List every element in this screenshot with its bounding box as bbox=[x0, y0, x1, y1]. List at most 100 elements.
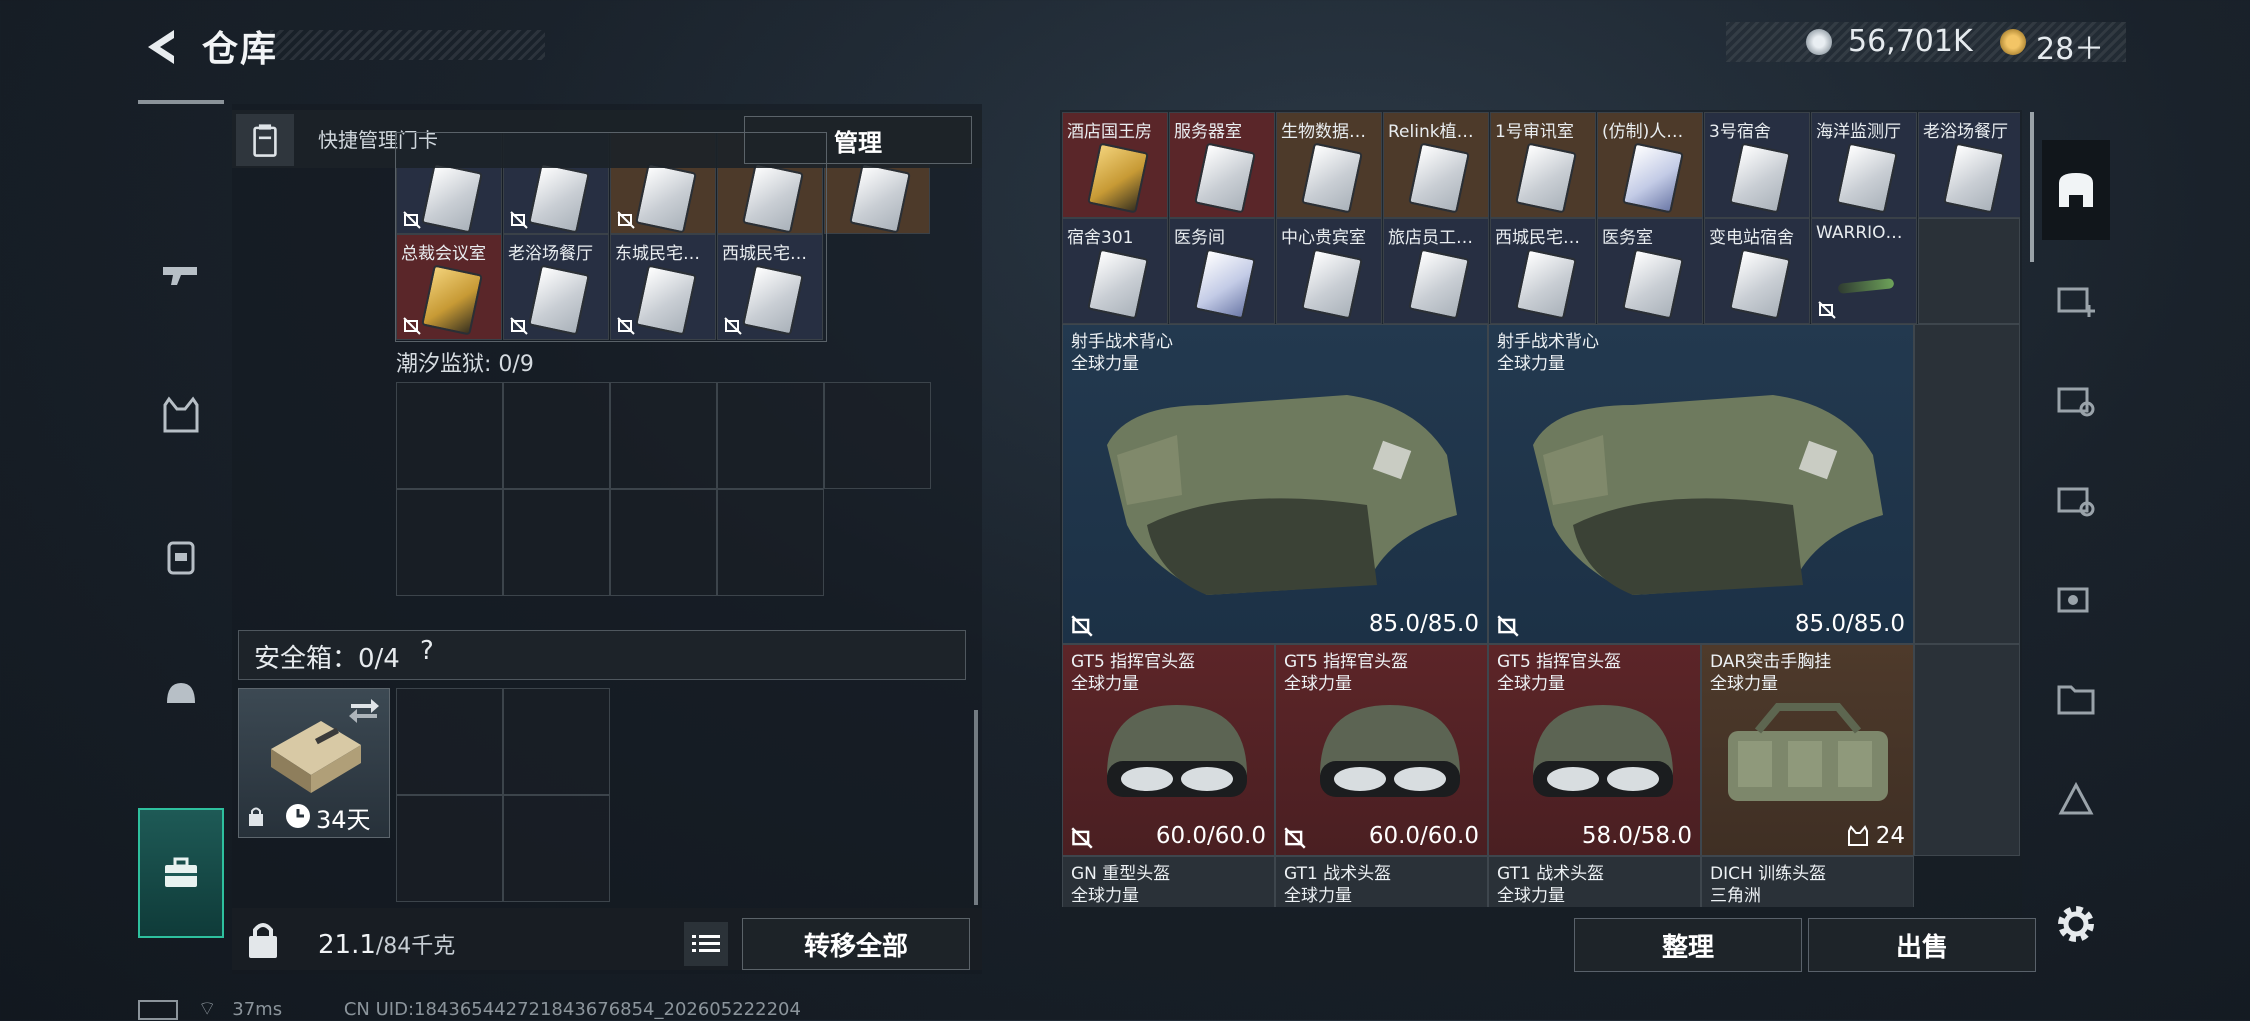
status-line: ⌔ 37ms CN UID:1843654427218436768​54_202… bbox=[138, 996, 801, 1021]
empty-keycard-slot[interactable] bbox=[610, 382, 717, 489]
settings-button[interactable] bbox=[2052, 900, 2100, 948]
keycard-name: 总裁会议室 bbox=[401, 244, 486, 264]
keycard-item[interactable]: 医务室 bbox=[1597, 218, 1703, 324]
bound-icon bbox=[403, 211, 421, 229]
empty-keycard-slot[interactable] bbox=[717, 382, 824, 489]
keycard-item[interactable]: 变电站宿舍 bbox=[1704, 218, 1810, 324]
weight-readout: 21.1/84千克 bbox=[318, 928, 455, 960]
keycard-item[interactable]: 西城民宅… bbox=[1490, 218, 1596, 324]
transfer-all-button[interactable]: 转移全部 bbox=[742, 918, 970, 970]
empty-keycard-slot[interactable] bbox=[717, 489, 824, 596]
empty-keycard-slot[interactable] bbox=[396, 489, 503, 596]
keycard-item[interactable]: 老浴场餐厅 bbox=[503, 234, 609, 340]
empty-slot[interactable] bbox=[1914, 644, 2020, 856]
keycard-item[interactable]: (仿制)人… bbox=[1597, 112, 1703, 218]
keycard-item[interactable]: 服务器室 bbox=[1169, 112, 1275, 218]
empty-safe-slot[interactable] bbox=[396, 795, 503, 902]
battery-icon bbox=[138, 1000, 178, 1020]
empty-keycard-slot[interactable] bbox=[610, 489, 717, 596]
helmet-image bbox=[1320, 705, 1460, 797]
helmet-item[interactable]: GT1 战术头盔 全球力量 bbox=[1275, 856, 1488, 907]
sell-button[interactable]: 出售 bbox=[1808, 918, 2036, 972]
helmet-item[interactable]: GT1 战术头盔 全球力量 bbox=[1488, 856, 1701, 907]
helmet-item[interactable]: GT5 指挥官头盔 全球力量 60.0/60.0 bbox=[1275, 644, 1488, 856]
keycard-item[interactable]: 中心贵宾室 bbox=[1276, 218, 1382, 324]
keycard-image bbox=[635, 264, 697, 336]
vest-item[interactable]: 射手战术背心 全球力量 85.0/85.0 bbox=[1488, 324, 1914, 644]
helmet-image bbox=[1107, 705, 1247, 797]
sort-button[interactable]: 整理 bbox=[1574, 918, 1802, 972]
empty-safe-slot[interactable] bbox=[396, 688, 503, 795]
keycard-item[interactable]: 医务间 bbox=[1169, 218, 1275, 324]
keycard-image bbox=[1515, 248, 1577, 320]
helmet-item[interactable]: GN 重型头盔 全球力量 bbox=[1062, 856, 1275, 907]
list-view-button[interactable] bbox=[684, 922, 728, 966]
empty-keycard-slot[interactable] bbox=[824, 382, 931, 489]
keycard-item[interactable]: WARRIO… bbox=[1811, 218, 1917, 324]
vest-image bbox=[1107, 395, 1457, 595]
help-button[interactable]: ? bbox=[420, 636, 434, 666]
back-arrow-icon bbox=[148, 30, 174, 64]
item-name: GT5 指挥官头盔 全球力量 bbox=[1284, 652, 1409, 694]
empty-slot[interactable] bbox=[1918, 218, 2020, 324]
keycard-image bbox=[1301, 248, 1363, 320]
keycard-item[interactable]: 生物数据… bbox=[1276, 112, 1382, 218]
empty-safe-slot[interactable] bbox=[503, 795, 610, 902]
keycard-item[interactable]: 海洋监测厅 bbox=[1811, 112, 1917, 218]
manage-button[interactable]: 管理 bbox=[744, 116, 972, 164]
tab-storage-4-alt[interactable] bbox=[2042, 752, 2110, 844]
vest-item[interactable]: 射手战术背心 全球力量 85.0/85.0 bbox=[1062, 324, 1488, 644]
tab-all-items[interactable] bbox=[2042, 140, 2110, 240]
empty-keycard-slot[interactable] bbox=[503, 489, 610, 596]
helmet-item[interactable]: DICH 训练头盔 三角洲 bbox=[1701, 856, 1914, 907]
sidebar-item-weapons[interactable] bbox=[138, 232, 224, 318]
sidebar-item-armor[interactable] bbox=[138, 372, 224, 458]
sidebar-item-safe-box[interactable] bbox=[138, 808, 224, 938]
keycard-case-icon bbox=[236, 114, 294, 166]
vest-image bbox=[1533, 395, 1883, 595]
tab-storage-3[interactable] bbox=[2042, 452, 2110, 544]
tab-storage-4-add[interactable] bbox=[2042, 252, 2110, 344]
tab-storage-2[interactable] bbox=[2042, 352, 2110, 444]
ticket-icon bbox=[2000, 29, 2026, 55]
ticket-amount[interactable]: 28＋ bbox=[2036, 24, 2104, 68]
empty-slot[interactable] bbox=[1914, 324, 2020, 644]
warehouse-scrollbar[interactable] bbox=[2030, 112, 2034, 262]
quick-manage-label: 快捷管理门卡 bbox=[318, 128, 438, 152]
weight-current: 21.1 bbox=[318, 930, 376, 960]
keycard-item[interactable]: 3号宿舍 bbox=[1704, 112, 1810, 218]
keycard-item[interactable]: Relink植… bbox=[1383, 112, 1489, 218]
bound-icon bbox=[617, 317, 635, 335]
sidebar-item-backpack[interactable] bbox=[138, 512, 224, 598]
title-decoration bbox=[270, 30, 545, 60]
empty-safe-slot[interactable] bbox=[503, 688, 610, 795]
swap-icon[interactable] bbox=[347, 695, 381, 723]
keycard-name: 旅店员工… bbox=[1388, 228, 1473, 248]
sidebar-item-helmet[interactable] bbox=[138, 652, 224, 738]
tab-storage-4[interactable] bbox=[2042, 652, 2110, 744]
empty-keycard-slot[interactable] bbox=[396, 382, 503, 489]
vest-icon bbox=[163, 396, 199, 433]
helmet-item[interactable]: GT5 指挥官头盔 全球力量 60.0/60.0 bbox=[1062, 644, 1275, 856]
keycard-item[interactable]: 宿舍301 bbox=[1062, 218, 1168, 324]
chest-rig-item[interactable]: DAR突击手胸挂 全球力量 24 bbox=[1701, 644, 1914, 856]
item-name: GT5 指挥官头盔 全球力量 bbox=[1071, 652, 1196, 694]
keycard-item[interactable]: 旅店员工… bbox=[1383, 218, 1489, 324]
keycard-item[interactable]: 老浴场餐厅 bbox=[1918, 112, 2020, 218]
helmet-item[interactable]: GT5 指挥官头盔 全球力量 58.0/58.0 bbox=[1488, 644, 1701, 856]
empty-keycard-slot[interactable] bbox=[503, 382, 610, 489]
keycard-item[interactable]: 1号审讯室 bbox=[1490, 112, 1596, 218]
keycard-item[interactable]: 东城民宅… bbox=[610, 234, 716, 340]
keycard-item[interactable]: 西城民宅… bbox=[717, 234, 823, 340]
back-button[interactable] bbox=[138, 22, 188, 72]
keycard-name: Relink植… bbox=[1388, 122, 1474, 142]
keycard-image bbox=[1408, 142, 1470, 214]
tab-storage-5[interactable] bbox=[2042, 552, 2110, 644]
keycard-name: 宿舍301 bbox=[1067, 228, 1134, 248]
keycard-item[interactable]: 酒店国王房 bbox=[1062, 112, 1168, 218]
keycard-item[interactable]: 总裁会议室 bbox=[396, 234, 502, 340]
weight-lock-icon bbox=[249, 923, 277, 958]
item-count: 24 bbox=[1875, 823, 1905, 849]
left-scrollbar[interactable] bbox=[974, 710, 978, 905]
keycard-image bbox=[1194, 142, 1256, 214]
